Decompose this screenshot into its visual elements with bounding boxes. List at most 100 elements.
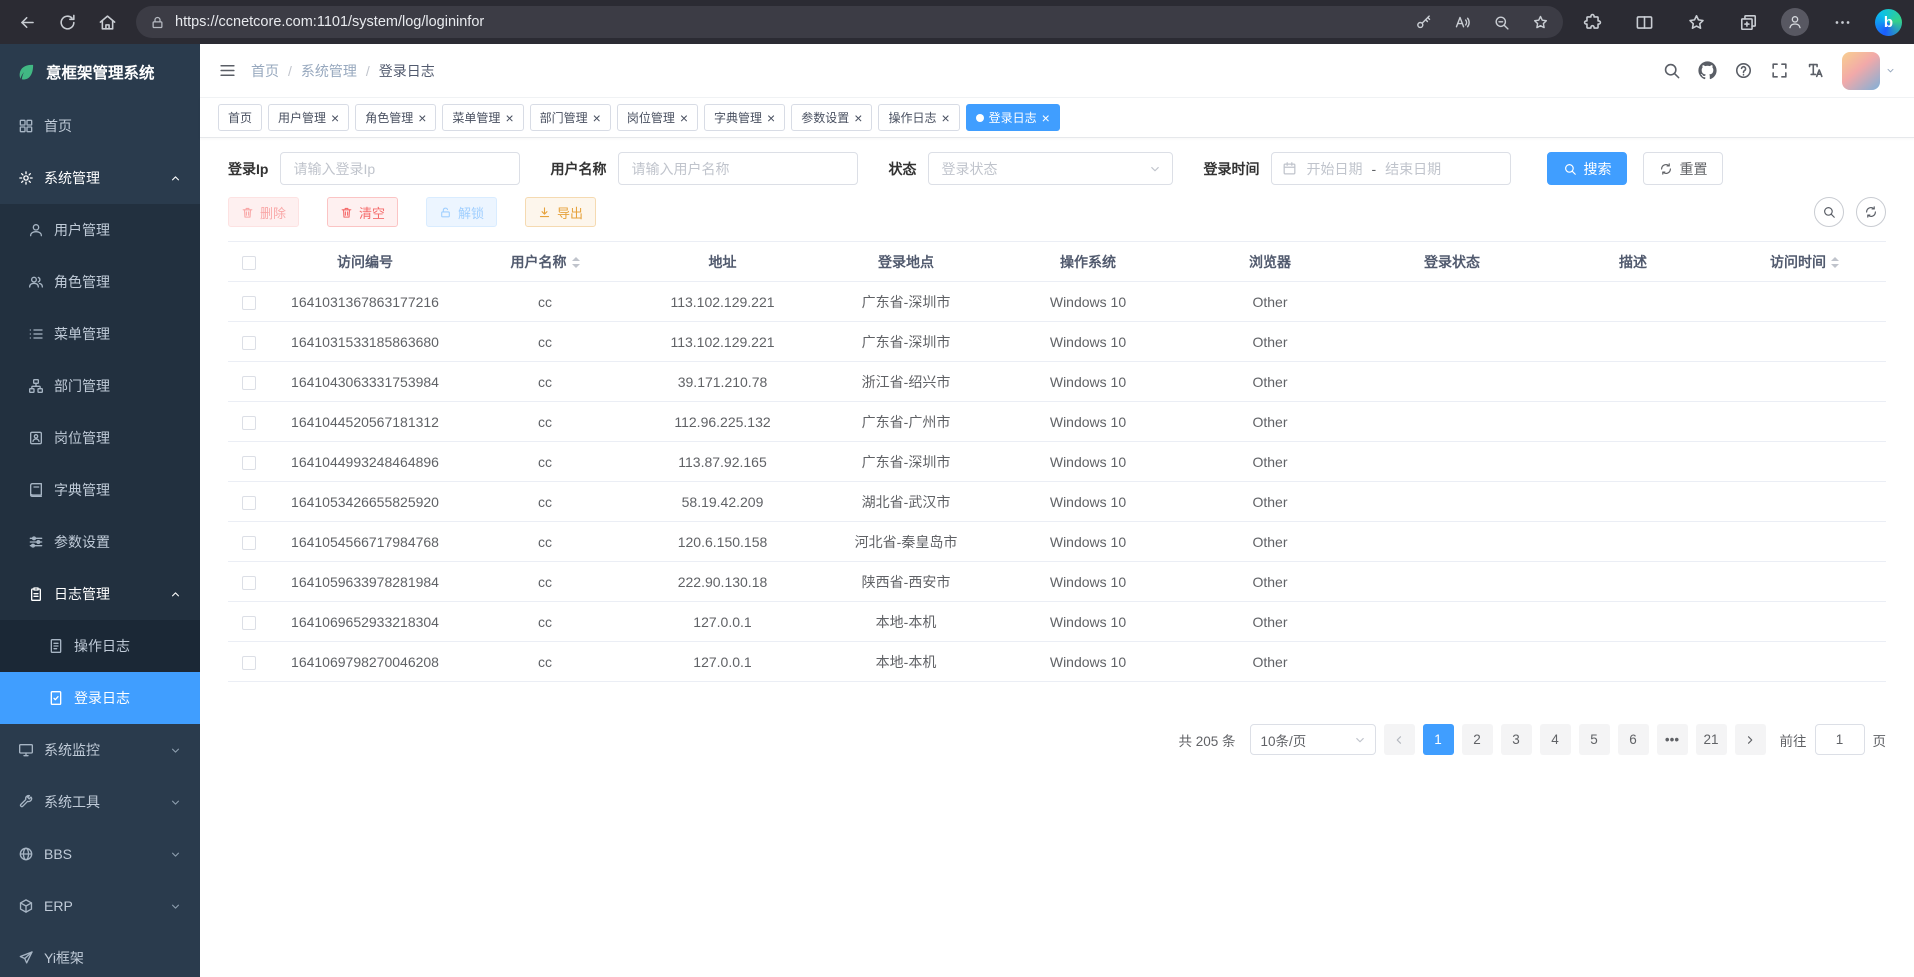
breadcrumb-item[interactable]: 系统管理 [301,61,357,81]
tab-close-icon[interactable]: × [505,111,513,125]
tab-operation-log[interactable]: 操作日志× [878,104,959,131]
page-button-6[interactable]: 6 [1618,724,1649,755]
row-checkbox[interactable] [242,456,256,470]
column-header-user-name[interactable]: 用户名称 [460,242,630,282]
login-ip-input[interactable] [280,152,520,185]
sidebar-item-system-monitoring[interactable]: 系统监控 [0,724,200,776]
tab-close-icon[interactable]: × [418,111,426,125]
row-checkbox[interactable] [242,616,256,630]
row-checkbox[interactable] [242,536,256,550]
sidebar-item-system-tools[interactable]: 系统工具 [0,776,200,828]
tab-close-icon[interactable]: × [593,111,601,125]
tab-login-log[interactable]: 登录日志× [966,104,1060,131]
status-select[interactable]: 登录状态 [928,152,1173,185]
key-icon[interactable] [1415,14,1432,31]
profile-icon[interactable] [1781,8,1809,36]
unlock-button[interactable]: 解锁 [426,197,497,227]
more-pages-button[interactable]: ••• [1657,724,1688,755]
sidebar-item-role-management[interactable]: 角色管理 [0,256,200,308]
menu-fold-icon[interactable] [218,61,237,80]
refresh-table-button[interactable] [1856,197,1886,227]
tab-close-icon[interactable]: × [767,111,775,125]
page-button-3[interactable]: 3 [1501,724,1532,755]
zoom-out-icon[interactable] [1493,14,1510,31]
bing-icon[interactable]: b [1875,9,1902,36]
collections-icon[interactable] [1729,4,1767,40]
read-aloud-icon[interactable] [1454,14,1471,31]
tab-home[interactable]: 首页 [218,104,262,131]
sidebar-item-home[interactable]: 首页 [0,100,200,152]
clear-button[interactable]: 清空 [327,197,398,227]
tab-role-management[interactable]: 角色管理× [355,104,436,131]
sidebar-item-log-management[interactable]: 日志管理 [0,568,200,620]
column-header-visit-time[interactable]: 访问时间 [1723,242,1886,282]
user-menu[interactable] [1842,52,1896,90]
github-icon[interactable] [1698,61,1717,80]
sidebar-item-login-log[interactable]: 登录日志 [0,672,200,724]
row-checkbox[interactable] [242,336,256,350]
tab-close-icon[interactable]: × [680,111,688,125]
login-time-range-picker[interactable]: 开始日期 - 结束日期 [1271,152,1511,185]
tab-department-management[interactable]: 部门管理× [530,104,611,131]
page-button-4[interactable]: 4 [1540,724,1571,755]
export-button[interactable]: 导出 [525,197,596,227]
page-button-5[interactable]: 5 [1579,724,1610,755]
sidebar-item-post-management[interactable]: 岗位管理 [0,412,200,464]
sidebar-item-user-management[interactable]: 用户管理 [0,204,200,256]
sidebar-item-operation-log[interactable]: 操作日志 [0,620,200,672]
row-checkbox[interactable] [242,416,256,430]
row-checkbox[interactable] [242,496,256,510]
site-lock-icon[interactable] [150,15,165,30]
font-size-icon[interactable] [1806,61,1825,80]
page-size-select[interactable]: 10条/页 [1250,724,1376,755]
sidebar-item-erp[interactable]: ERP [0,880,200,932]
tab-post-management[interactable]: 岗位管理× [617,104,698,131]
sidebar-item-bbs[interactable]: BBS [0,828,200,880]
browser-back-button[interactable] [8,4,46,40]
sort-control[interactable] [572,257,580,268]
tab-close-icon[interactable]: × [854,111,862,125]
row-checkbox[interactable] [242,296,256,310]
select-all-checkbox[interactable] [242,256,256,270]
browser-address-bar[interactable]: https://ccnetcore.com:1101/system/log/lo… [136,6,1563,38]
sort-control[interactable] [1831,257,1839,268]
breadcrumb-item[interactable]: 首页 [251,61,279,81]
sidebar-item-system-management[interactable]: 系统管理 [0,152,200,204]
sidebar-item-department-management[interactable]: 部门管理 [0,360,200,412]
row-checkbox[interactable] [242,376,256,390]
goto-page-input[interactable] [1815,724,1865,755]
split-screen-icon[interactable] [1625,4,1663,40]
tab-menu-management[interactable]: 菜单管理× [442,104,523,131]
prev-page-button[interactable] [1384,724,1415,755]
sidebar-item-menu-management[interactable]: 菜单管理 [0,308,200,360]
reset-button[interactable]: 重置 [1643,152,1723,185]
sidebar-item-dictionary-management[interactable]: 字典管理 [0,464,200,516]
row-checkbox[interactable] [242,656,256,670]
tab-parameter-settings[interactable]: 参数设置× [791,104,872,131]
tab-user-management[interactable]: 用户管理× [268,104,349,131]
search-icon[interactable] [1662,61,1681,80]
page-button-21[interactable]: 21 [1696,724,1727,755]
next-page-button[interactable] [1735,724,1766,755]
browser-refresh-button[interactable] [48,4,86,40]
app-logo[interactable]: 意框架管理系统 [0,44,200,100]
row-checkbox[interactable] [242,576,256,590]
tab-dictionary-management[interactable]: 字典管理× [704,104,785,131]
page-button-1[interactable]: 1 [1423,724,1454,755]
tab-close-icon[interactable]: × [1042,111,1050,125]
page-button-2[interactable]: 2 [1462,724,1493,755]
more-icon[interactable] [1823,4,1861,40]
extensions-icon[interactable] [1573,4,1611,40]
favorites-bar-icon[interactable] [1677,4,1715,40]
sidebar-item-yi-framework[interactable]: Yi框架 [0,932,200,977]
question-icon[interactable] [1734,61,1753,80]
favorite-star-icon[interactable] [1532,14,1549,31]
toggle-search-button[interactable] [1814,197,1844,227]
fullscreen-icon[interactable] [1770,61,1789,80]
delete-button[interactable]: 删除 [228,197,299,227]
tab-close-icon[interactable]: × [941,111,949,125]
search-button[interactable]: 搜索 [1547,152,1627,185]
browser-home-button[interactable] [88,4,126,40]
tab-close-icon[interactable]: × [331,111,339,125]
sidebar-item-parameter-settings[interactable]: 参数设置 [0,516,200,568]
